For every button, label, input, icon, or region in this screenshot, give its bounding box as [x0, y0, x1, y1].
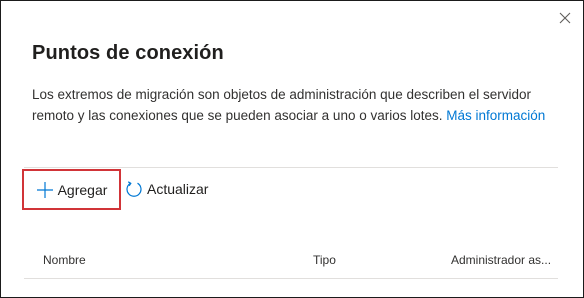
- add-button[interactable]: Agregar: [22, 169, 121, 210]
- close-button[interactable]: [557, 10, 573, 26]
- refresh-button[interactable]: Actualizar: [125, 179, 208, 199]
- plus-icon: [36, 181, 53, 198]
- column-header-admin[interactable]: Administrador as...: [451, 253, 551, 267]
- panel-description: Los extremos de migración son objetos de…: [32, 84, 567, 126]
- table-header: Nombre Tipo Administrador as...: [24, 245, 558, 279]
- endpoints-panel: Puntos de conexión Los extremos de migra…: [0, 0, 584, 298]
- panel-title: Puntos de conexión: [32, 42, 224, 64]
- refresh-icon: [126, 181, 142, 197]
- column-header-name[interactable]: Nombre: [43, 253, 86, 267]
- close-icon: [559, 12, 571, 24]
- table-header-divider: [24, 278, 558, 279]
- add-button-label: Agregar: [57, 181, 108, 198]
- toolbar-divider: [24, 167, 558, 168]
- learn-more-link[interactable]: Más información: [446, 108, 545, 123]
- column-header-type[interactable]: Tipo: [313, 253, 336, 267]
- refresh-button-label: Actualizar: [147, 181, 209, 197]
